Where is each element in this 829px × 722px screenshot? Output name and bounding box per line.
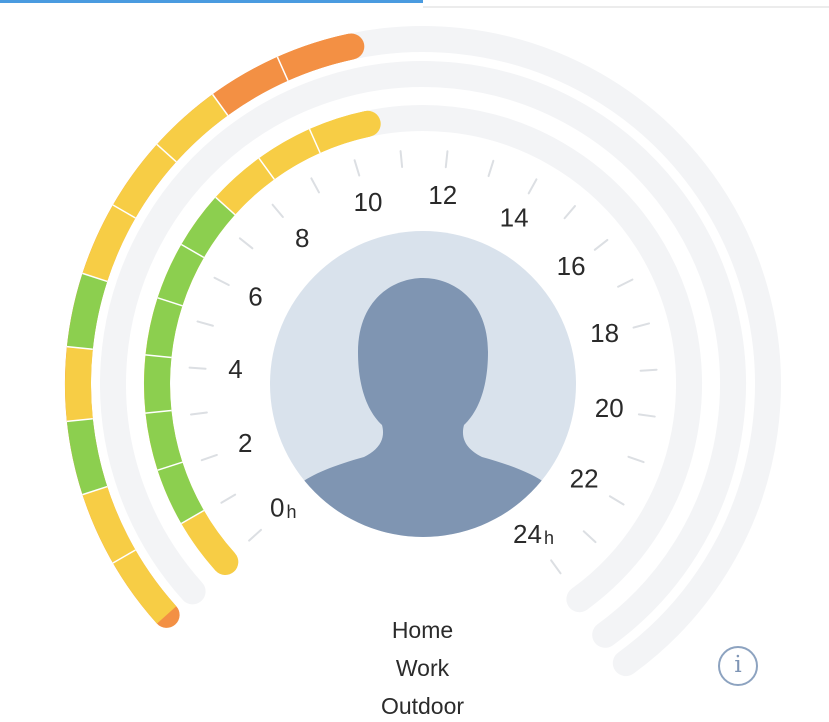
dial-tick <box>248 528 262 542</box>
hour-label: 10 <box>354 187 383 217</box>
dial-tick <box>213 276 230 287</box>
dial-tick <box>617 278 634 288</box>
dial-tick <box>271 203 284 219</box>
hour-label: 22 <box>570 464 599 494</box>
inner-ring-segment <box>144 354 172 414</box>
avatar <box>270 231 576 537</box>
dial-tick <box>399 150 404 169</box>
inner-ring-segment <box>157 244 204 307</box>
outer-ring-segment <box>82 205 136 282</box>
dial-tick <box>550 559 562 575</box>
inner-ring-segment <box>215 158 275 215</box>
inner-ring-segment <box>157 461 204 524</box>
inner-ring-segment <box>181 197 236 258</box>
dial-tick <box>444 150 449 169</box>
dial-tick <box>563 205 576 220</box>
hour-label: 6 <box>248 281 262 311</box>
dial-tick <box>639 368 658 372</box>
dial-tick <box>582 530 597 544</box>
hour-label: 14 <box>500 202 529 232</box>
dial-tick <box>188 366 207 370</box>
legend-home: Home <box>391 617 454 643</box>
dial-tick <box>527 178 538 195</box>
inner-ring-segment <box>309 111 371 153</box>
hour-label: 24 h <box>513 519 554 549</box>
hour-label: 0h <box>270 493 296 523</box>
legend-outdoor: Outdoor <box>380 693 465 719</box>
inner-ring-segment <box>145 297 183 358</box>
hour-label: 8 <box>295 223 309 253</box>
dial-tick <box>310 177 320 194</box>
hour-label: 20 <box>595 393 624 423</box>
outer-ring-segment <box>65 346 93 422</box>
legend-work: Work <box>395 655 450 681</box>
hour-label: 4 <box>228 354 242 384</box>
info-icon: i <box>734 652 742 678</box>
outer-ring-segment <box>66 418 108 495</box>
dial-tick <box>632 322 651 329</box>
dial-tick <box>627 455 645 464</box>
outer-ring-segment <box>277 33 355 81</box>
inner-ring-segment <box>258 129 321 180</box>
hour-label: 16 <box>557 251 586 281</box>
outer-ring-segment <box>66 273 108 350</box>
dial-tick <box>200 453 218 462</box>
dial-tick <box>637 413 656 418</box>
hour-unit: h <box>287 502 297 522</box>
dial-tick <box>487 159 495 178</box>
outer-ring-segment <box>82 486 136 563</box>
inner-ring-segment <box>145 410 183 471</box>
hour-label: 18 <box>590 318 619 348</box>
dial-tick <box>220 493 237 504</box>
exposure-dial: 0 h 2 4 6 8 10 12 14 16 18 20 22 24 h <box>64 26 781 677</box>
dial-tick <box>196 320 214 327</box>
hour-label: 2 <box>238 428 252 458</box>
hour-unit: h <box>544 528 554 548</box>
dial-tick <box>608 495 625 506</box>
dial-tick <box>190 411 208 416</box>
dial-tick <box>593 238 609 251</box>
dial-tick <box>353 159 361 177</box>
info-button[interactable]: i <box>718 646 758 686</box>
inner-ring-segment <box>181 510 236 571</box>
hour-label: 12 <box>428 180 457 210</box>
dial-tick <box>238 237 254 250</box>
